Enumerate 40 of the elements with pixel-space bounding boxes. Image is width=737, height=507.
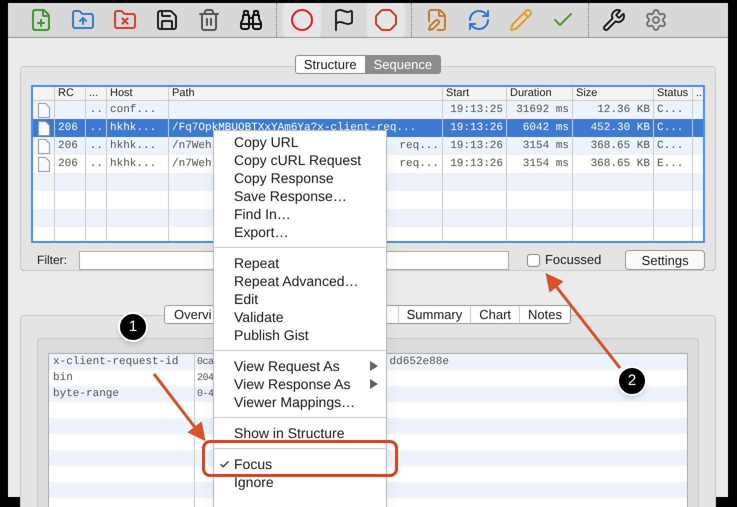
table-cell-text: 452.30 KB — [590, 120, 650, 136]
table-cell-text: 19:13:26 — [450, 156, 503, 172]
header-name: x-client-request-id — [53, 354, 178, 370]
table-cell-text: 206 — [58, 120, 78, 136]
table-cell-text: 206 — [58, 156, 78, 172]
table-cell-text: hkhk... — [110, 156, 156, 172]
table-cell-text: /n7Weh — [172, 156, 212, 172]
table-cell-text: 19:13:26 — [450, 138, 503, 154]
table-cell-text: E... — [657, 156, 684, 172]
table-cell-text: .. — [90, 120, 103, 136]
table-cell-text: .. — [90, 156, 103, 172]
focussed-label: Focussed — [544, 251, 602, 270]
table-cell-text: C... — [657, 120, 684, 136]
table-cell-text: .. — [90, 138, 103, 154]
table-cell-text: req... — [399, 156, 439, 172]
table-cell-text: 3154 ms — [522, 156, 569, 172]
header-name: bin — [53, 370, 73, 386]
table-cell-text: conf... — [110, 102, 156, 118]
header-value: 204 — [197, 372, 214, 386]
table-cell-text: 19:13:25 — [450, 102, 503, 118]
filter-label: Filter: — [37, 252, 68, 269]
table-cell-text: 6042 ms — [522, 120, 569, 136]
table-cell-text: C... — [657, 138, 684, 154]
header-value: 0ca — [197, 356, 214, 370]
table-cell-text: 368.65 KB — [590, 156, 650, 172]
table-cell-text: 3154 ms — [522, 138, 569, 154]
header-value: 0-4 — [197, 388, 214, 402]
table-cell-text: 12.36 KB — [597, 102, 650, 118]
table-cell-text: 368.65 KB — [590, 138, 650, 154]
table-cell-text: 206 — [58, 138, 78, 154]
table-cell-text: /n7Weh — [172, 138, 212, 154]
table-cell-text: 31692 ms — [516, 102, 569, 118]
table-cell-text: .. — [90, 102, 103, 118]
header-value: dd652e88e — [390, 354, 449, 370]
table-cell-text: hkhk... — [110, 120, 156, 136]
header-name: byte-range — [53, 386, 120, 402]
table-cell-text: 19:13:26 — [450, 120, 503, 136]
table-cell-text: hkhk... — [110, 138, 156, 154]
table-cell-text: req... — [399, 138, 439, 154]
table-cell-text: C... — [657, 102, 684, 118]
